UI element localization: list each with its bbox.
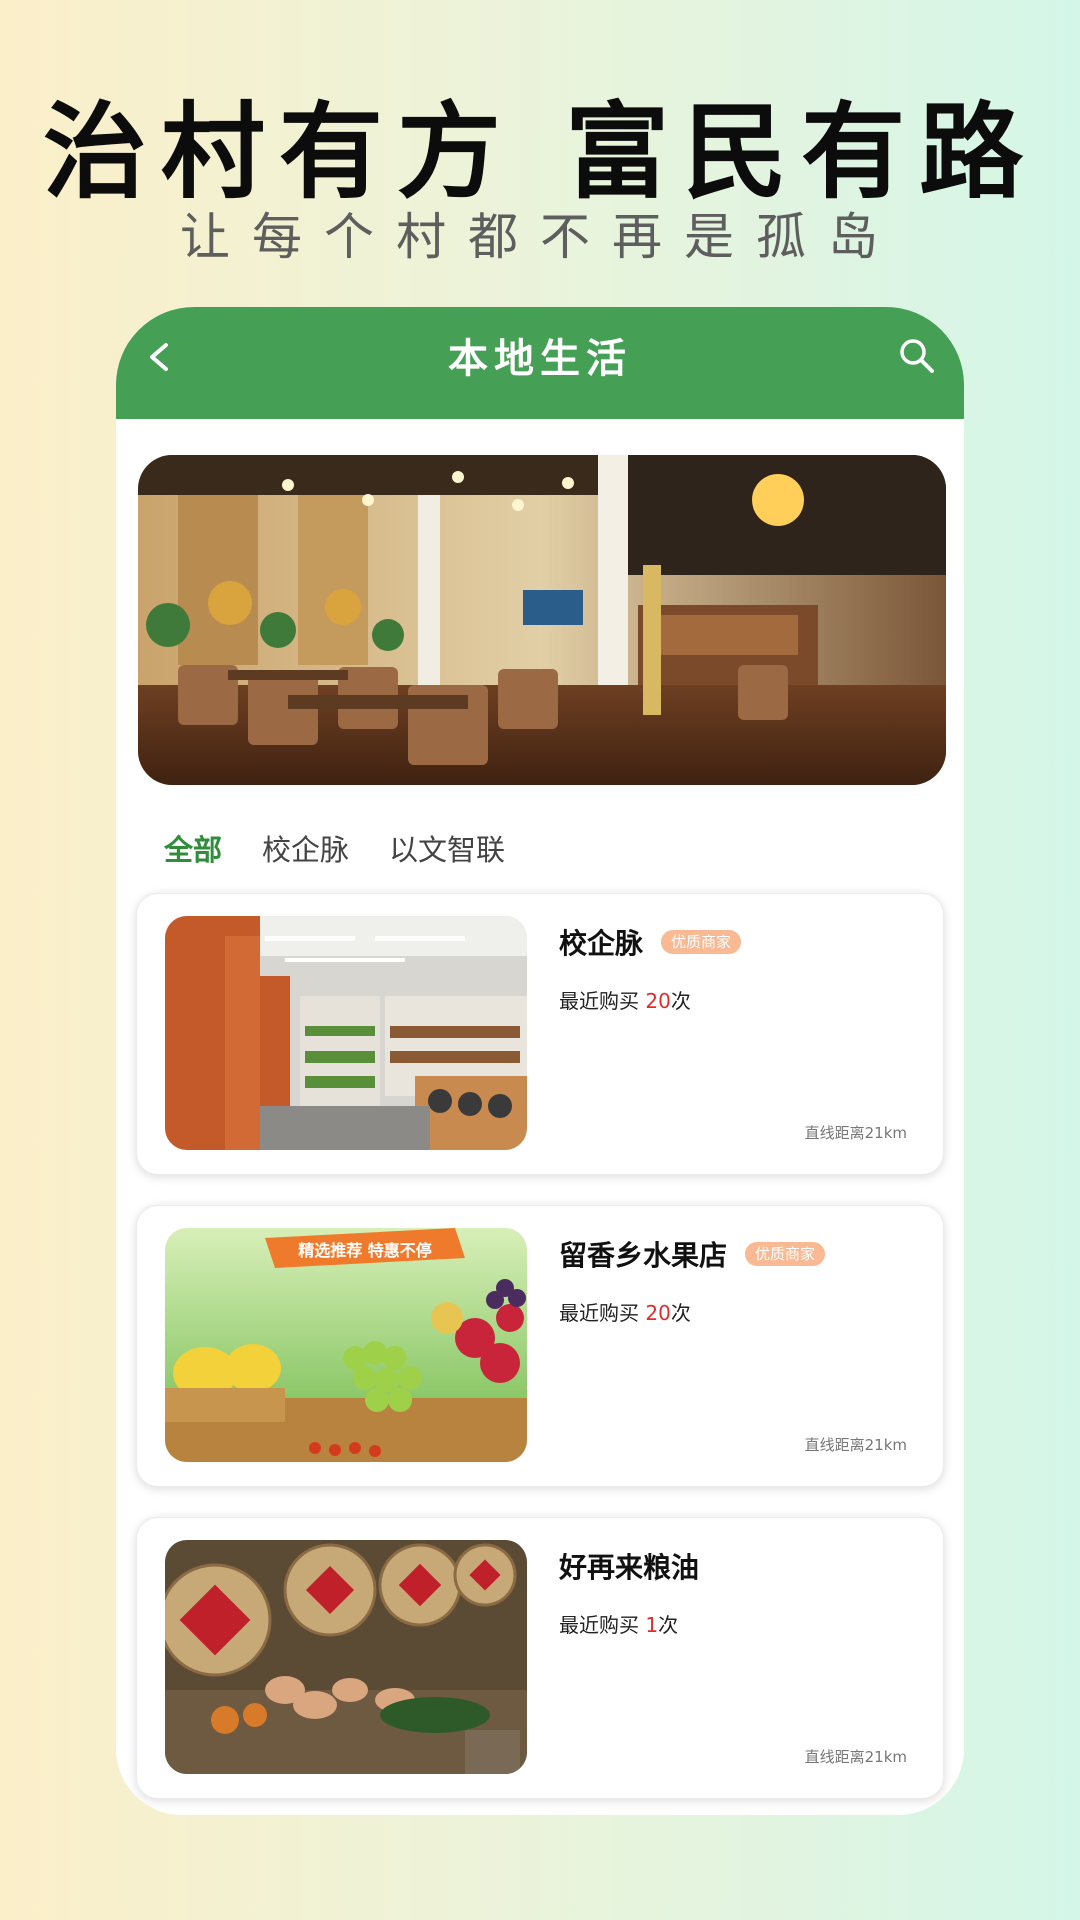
shop-card[interactable]: 校企脉 优质商家 最近购买 20次 直线距离21km — [136, 893, 944, 1175]
shop-name: 好再来粮油 — [559, 1551, 700, 1584]
shop-card[interactable]: 精选推荐 特惠不停 留香乡水果店 优质商家 最近购买 20次 直线距离21km — [136, 1205, 944, 1487]
shop-image: 精选推荐 特惠不停 — [165, 1228, 527, 1462]
shop-name: 留香乡水果店 优质商家 — [559, 1236, 826, 1276]
subline: 让每个村都不再是孤岛 — [180, 208, 900, 266]
headline: 治村有方 富民有路 — [42, 91, 1038, 213]
shop-image — [165, 916, 527, 1150]
phone-frame: 本地生活 全部 校企脉 以文智联 校企脉 优质商家 最近购买 20次 直线距离2… — [116, 307, 964, 1815]
distance-label: 直线距离21km — [804, 1436, 907, 1454]
search-icon[interactable] — [896, 335, 938, 377]
recent-purchases: 最近购买 20次 — [559, 1301, 691, 1325]
distance-label: 直线距离21km — [804, 1124, 907, 1142]
recent-purchases: 最近购买 20次 — [559, 989, 691, 1013]
distance-label: 直线距离21km — [804, 1748, 907, 1766]
shop-name: 校企脉 优质商家 — [559, 924, 742, 964]
restaurant-photo — [138, 455, 946, 785]
shop-image — [165, 1540, 527, 1774]
tab-xiaoqimai[interactable]: 校企脉 — [262, 825, 349, 875]
recent-purchases: 最近购买 1次 — [559, 1613, 679, 1637]
quality-badge: 优质商家 — [745, 1242, 826, 1266]
category-tabs: 全部 校企脉 以文智联 — [164, 825, 505, 875]
shop-card[interactable]: 好再来粮油 最近购买 1次 直线距离21km — [136, 1517, 944, 1799]
page-title: 本地生活 — [448, 336, 632, 382]
promo-banner-text: 精选推荐 特惠不停 — [298, 1241, 432, 1260]
top-bar: 本地生活 — [116, 307, 964, 419]
tab-all[interactable]: 全部 — [164, 825, 222, 875]
tab-yiwenzhilian[interactable]: 以文智联 — [389, 825, 505, 875]
grain-harvest-photo — [165, 1540, 527, 1774]
store-interior-photo — [165, 916, 527, 1150]
quality-badge: 优质商家 — [661, 930, 742, 954]
fruit-promo-photo: 精选推荐 特惠不停 — [165, 1228, 527, 1462]
banner-image[interactable] — [138, 455, 946, 785]
